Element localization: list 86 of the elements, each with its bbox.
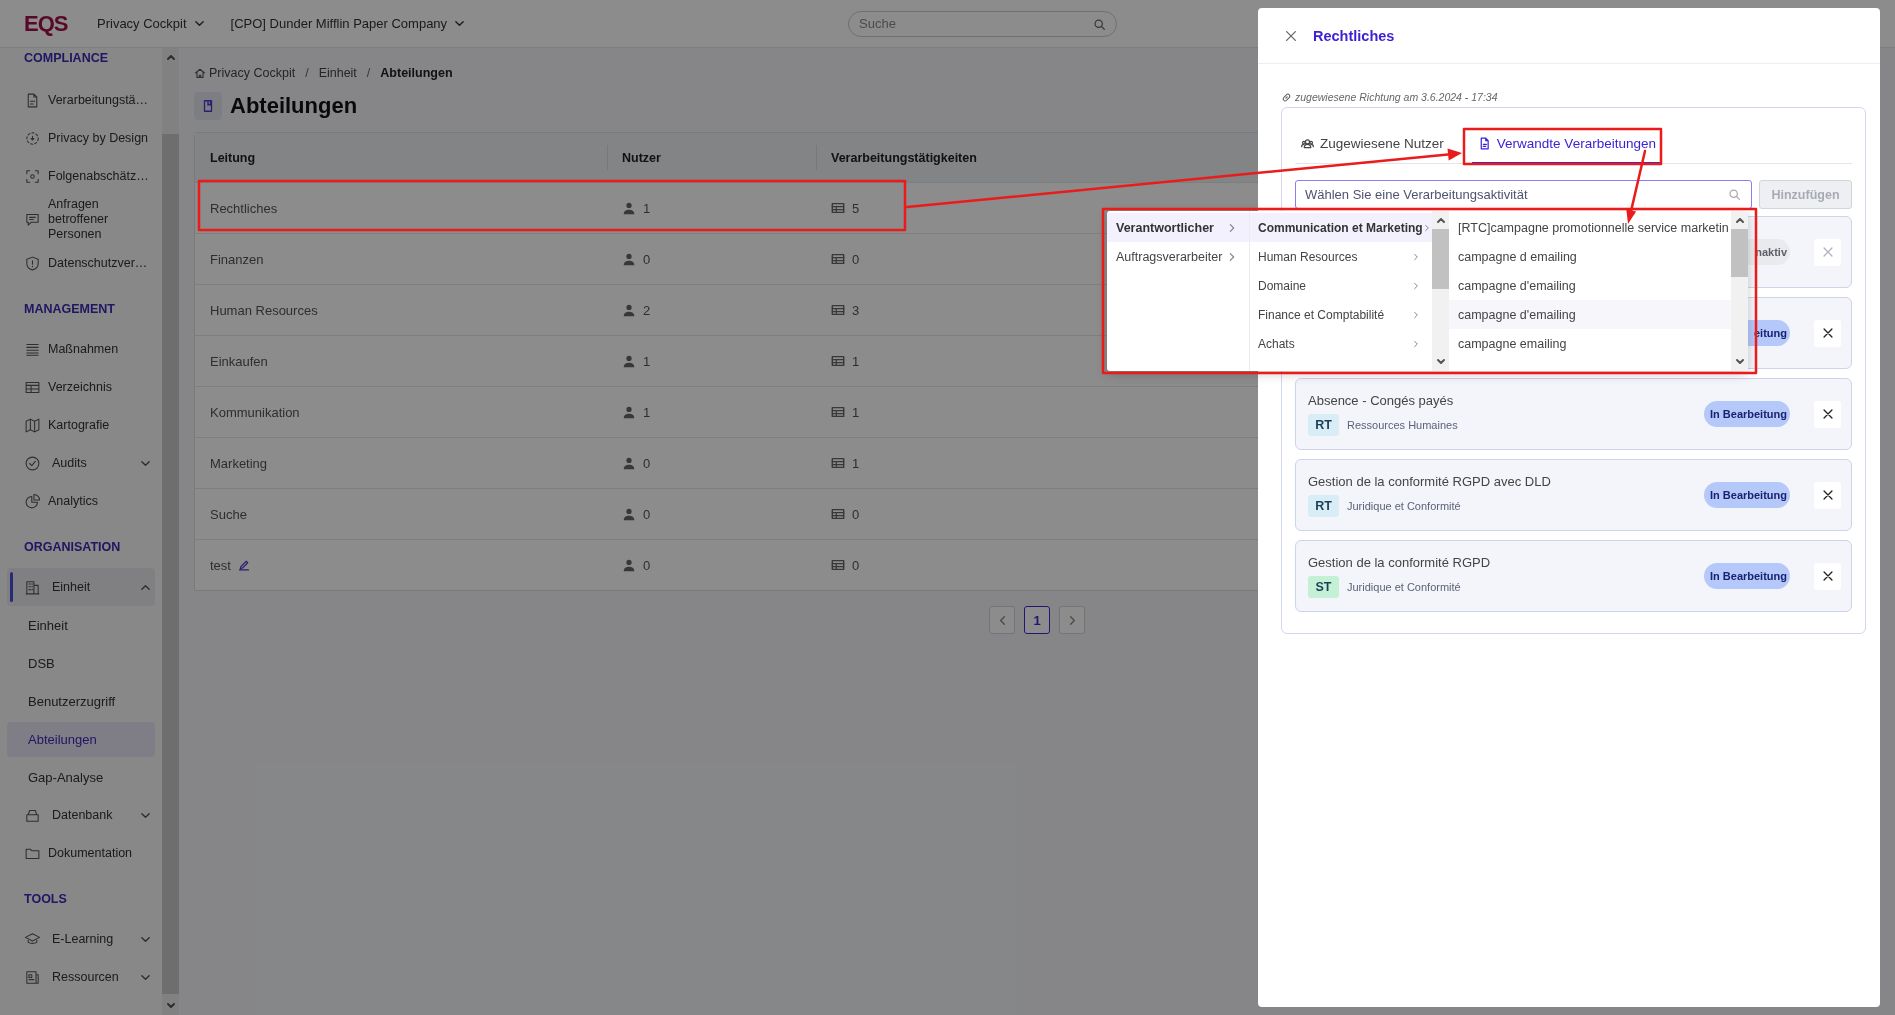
sidebar-item[interactable]: Analytics (7, 482, 155, 520)
table-cell: 0 (643, 557, 651, 573)
department-label: Juridique et Conformité (1347, 581, 1461, 593)
table-cell: Marketing (210, 455, 268, 471)
table-cell: 0 (852, 251, 860, 267)
dropdown-option[interactable]: Domaine (1250, 271, 1432, 300)
table-cell: Finanzen (210, 251, 264, 267)
dropdown-option[interactable]: campagne d'emailing (1449, 271, 1731, 300)
sidebar-item[interactable]: Folgenabschätz… (7, 157, 155, 195)
column-header: Leitung (209, 149, 257, 167)
dropdown-option[interactable]: Auftragsverarbeiter (1107, 242, 1249, 271)
tab[interactable]: Verwandte Verarbeitungen (1471, 125, 1662, 164)
role-tag: ST (1308, 576, 1339, 598)
table-cell: 5 (852, 200, 860, 216)
breadcrumb-link[interactable]: Privacy Cockpit (209, 66, 296, 80)
dropdown-option[interactable]: Finance et Comptabilité (1250, 300, 1432, 329)
dropdown-option[interactable]: campagne d'emailing (1449, 300, 1731, 329)
table-cell: 1 (643, 404, 651, 420)
sidebar-item[interactable]: Dokumentation (7, 834, 155, 872)
section-heading: COMPLIANCE (24, 50, 110, 67)
table-cell: 1 (643, 353, 651, 369)
section-heading: TOOLS (24, 891, 68, 908)
sidebar-item[interactable]: Verarbeitungstä… (7, 81, 155, 119)
table-cell: Kommunikation (210, 404, 300, 420)
section-heading: ORGANISATION (24, 539, 122, 556)
dropdown-option[interactable]: Human Resources (1250, 242, 1432, 271)
section-heading: MANAGEMENT (24, 301, 116, 318)
sidebar-item[interactable]: Maßnahmen (7, 330, 155, 368)
table-cell: 0 (852, 557, 860, 573)
logo[interactable]: EQS (24, 10, 76, 37)
status-badge: In Bearbeitung (1704, 563, 1790, 589)
sidebar-item[interactable]: Kartografie (7, 406, 155, 444)
status-badge: In Bearbeitung (1704, 401, 1790, 427)
table-cell: 1 (852, 353, 860, 369)
column-header: Nutzer (607, 145, 816, 170)
dropdown-option[interactable]: Communication et Marketing (1250, 213, 1432, 242)
assignment-note: zugewiesene Richtung am 3.6.2024 - 17:34 (1295, 91, 1498, 103)
sidebar-item[interactable]: Datenschutzver… (7, 244, 155, 282)
table-cell: 1 (852, 455, 860, 471)
sidebar-subitem[interactable]: Gap-Analyse (7, 758, 155, 796)
page-button[interactable]: 1 (1024, 606, 1050, 634)
drawer-title: Rechtliches (1313, 27, 1395, 44)
role-tag: RT (1308, 495, 1339, 517)
sidebar-item[interactable]: Audits (7, 444, 155, 482)
table-cell: test (210, 557, 231, 573)
sidebar-item[interactable]: Privacy by Design (7, 119, 155, 157)
sidebar-item[interactable]: Einheit (7, 568, 155, 606)
activity-title: Absence - Congés payés (1308, 393, 1455, 409)
sidebar-item[interactable]: Verzeichnis (7, 368, 155, 406)
table-cell: 3 (852, 302, 860, 318)
table-cell: 1 (643, 200, 651, 216)
department-label: Juridique et Conformité (1347, 500, 1461, 512)
role-tag: RT (1308, 414, 1339, 436)
sidebar-item[interactable]: Anfragen betroffener Personen (7, 195, 155, 244)
search-field[interactable]: Suche (848, 10, 1117, 37)
table-cell: Rechtliches (210, 200, 278, 216)
sidebar-subitem[interactable]: DSB (7, 644, 155, 682)
dropdown-option[interactable]: Achats (1250, 329, 1432, 358)
breadcrumb-link[interactable]: Einheit (318, 66, 357, 80)
module-menu[interactable]: Privacy Cockpit (97, 16, 205, 31)
activity-title: Gestion de la conformité RGPD (1308, 555, 1492, 571)
table-cell: 1 (852, 404, 860, 420)
page-title: Abteilungen (230, 93, 358, 119)
dropdown-option[interactable]: Verantwortlicher (1107, 213, 1249, 242)
sidebar-subitem[interactable]: Benutzerzugriff (7, 682, 155, 720)
table-cell: 0 (643, 455, 651, 471)
dropdown-option[interactable]: [RTC]campagne promotionnelle service marketin (1449, 213, 1731, 242)
activity-select-field[interactable]: Wählen Sie eine Verarbeitungsaktivität (1295, 180, 1752, 209)
table-cell: Human Resources (210, 302, 318, 318)
table-cell: 2 (643, 302, 651, 318)
breadcrumb-separator: / (366, 66, 371, 80)
sidebar-subitem[interactable]: Einheit (7, 606, 155, 644)
company-menu[interactable]: [CPO] Dunder Mifflin Paper Company (230, 16, 466, 31)
department-label: Ressources Humaines (1347, 419, 1458, 431)
sidebar-item[interactable]: Datenbank (7, 796, 155, 834)
status-badge: In Bearbeitung (1704, 482, 1790, 508)
table-cell: 0 (643, 251, 651, 267)
sidebar-subitem[interactable]: Abteilungen (7, 722, 155, 757)
breadcrumb-separator: / (305, 66, 309, 80)
table-cell: Einkaufen (210, 353, 268, 369)
table-cell: 0 (643, 506, 651, 522)
table-cell: Suche (210, 506, 247, 522)
activity-title: Gestion de la conformité RGPD avec DLD (1308, 474, 1552, 490)
table-cell: 0 (852, 506, 860, 522)
sidebar-item[interactable]: E-Learning (7, 920, 155, 958)
sidebar-item[interactable]: Ressourcen (7, 958, 155, 996)
